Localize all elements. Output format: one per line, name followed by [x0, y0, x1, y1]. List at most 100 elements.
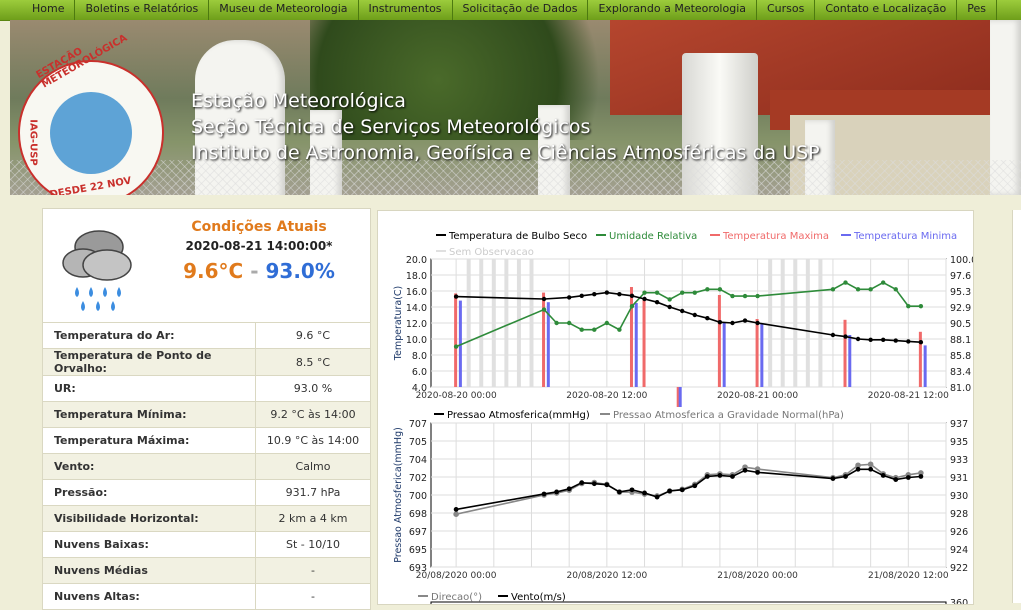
current-conditions-title: Condições Atuais: [191, 219, 327, 235]
y-tick-label: 20.0: [406, 255, 427, 266]
pressure-mmhg-point: [566, 486, 572, 492]
y2-tick-label: 926: [950, 527, 968, 538]
observation-row: Vento: Calmo: [42, 453, 371, 480]
tmax-bar: [642, 299, 646, 387]
pressure-mmhg-point: [554, 489, 560, 495]
no-observation-bar: [818, 259, 823, 387]
x-tick-label: 20/08/2020 12:00: [567, 571, 648, 581]
temperature-point: [629, 293, 635, 298]
temperature-point: [855, 336, 861, 342]
observation-label: Nuvens Médias: [42, 557, 256, 584]
pressure-mmhg-point: [654, 494, 660, 500]
pressure-mmhg-point: [730, 474, 735, 479]
pressure-mmhg-point: [604, 482, 610, 488]
legend-label: Pressao Atmosferica(mmHg): [447, 410, 590, 421]
tmin-bar: [722, 323, 726, 387]
y2-tick-label: 81.0: [950, 383, 971, 394]
humidity-point: [604, 320, 610, 326]
no-observation-bar: [780, 259, 785, 387]
humidity-point: [692, 290, 697, 295]
observation-label: Temperatura do Ar:: [42, 322, 256, 349]
nav-item[interactable]: Home: [0, 0, 76, 20]
current-values: 9.6°C - 93.0%: [143, 259, 375, 283]
observation-row: Nuvens Baixas: St - 10/10: [42, 531, 371, 558]
temperature-point: [893, 338, 898, 343]
values-separator: -: [250, 259, 259, 283]
logo-left-text: IAG-USP: [27, 119, 39, 166]
tmin-bar: [923, 345, 927, 387]
x-tick-label: 2020-08-21 12:00: [868, 391, 949, 401]
temperature-point: [755, 320, 760, 326]
y-tick-label: 704: [409, 455, 427, 466]
x-tick-label: 20/08/2020 00:00: [416, 571, 497, 581]
y2-tick-label: 88.1: [950, 335, 971, 346]
nav-item[interactable]: Instrumentos: [359, 0, 453, 20]
no-observation-bar: [793, 259, 798, 387]
pressure-mmhg-point: [453, 507, 459, 512]
legend-label: Umidade Relativa: [609, 231, 697, 242]
temperature-point: [579, 293, 584, 298]
temperature-point: [592, 292, 597, 297]
temperature-point: [843, 334, 848, 339]
tmin-bar: [634, 303, 638, 387]
y2-tick-label: 924: [950, 545, 968, 556]
y2-tick-label: 931: [950, 473, 968, 484]
y2-tick-label: 360: [950, 598, 968, 604]
pressure-hpa-point: [453, 511, 459, 517]
temperature-point: [453, 294, 459, 299]
observation-value: -: [255, 557, 371, 584]
y-tick-label: 702: [409, 473, 427, 484]
temperature-point: [667, 304, 672, 310]
current-temperature: 9.6°C: [183, 259, 244, 283]
observation-value: 2 km a 4 km: [255, 505, 371, 532]
tmax-bar: [454, 293, 458, 387]
observation-value: -: [255, 583, 371, 610]
y2-tick-label: 922: [950, 563, 968, 574]
current-conditions-panel: Condições Atuais 2020-08-21 14:00:00* 9.…: [42, 208, 371, 323]
x-tick-label: 21/08/2020 12:00: [868, 571, 949, 581]
nav-item[interactable]: Museu de Meteorologia: [209, 0, 359, 20]
humidity-point: [617, 327, 622, 332]
pressure-mmhg-point: [679, 487, 685, 493]
pressure-mmhg-point: [717, 473, 723, 478]
y2-tick-label: 92.9: [950, 303, 971, 314]
humidity-point: [541, 307, 547, 312]
nav-item[interactable]: Pes: [957, 0, 997, 20]
nav-item[interactable]: Explorando a Meteorologia: [588, 0, 757, 20]
observation-label: Temperatura Máxima:: [42, 427, 256, 454]
y-tick-label: 698: [409, 509, 427, 520]
pressure-mmhg-point: [579, 480, 585, 486]
y2-tick-label: 933: [950, 455, 968, 466]
humidity-point: [742, 293, 748, 299]
temperature-point: [617, 292, 622, 297]
tmax-bar: [629, 287, 633, 387]
observation-label: UR:: [42, 375, 256, 402]
tmax-bar: [542, 292, 546, 387]
tmax-bar: [843, 319, 847, 387]
y-tick-label: 700: [409, 491, 427, 502]
nav-item[interactable]: Contato e Localização: [815, 0, 958, 20]
logo-top-text: ESTAÇÃO METEOROLÓGICA: [34, 32, 130, 91]
nav-item[interactable]: Cursos: [757, 0, 816, 20]
pressure-mmhg-point: [905, 475, 911, 480]
temperature-point: [880, 337, 886, 342]
x-tick-label: 2020-08-20 12:00: [566, 391, 647, 401]
humidity-point: [680, 290, 685, 295]
observation-row: Visibilidade Horizontal: 2 km a 4 km: [42, 505, 371, 532]
nav-item[interactable]: Boletins e Relatórios: [75, 0, 210, 20]
no-observation-bar: [805, 259, 810, 387]
y2-tick-label: 935: [950, 437, 968, 448]
pressure-mmhg-point: [629, 487, 635, 493]
observation-row: Nuvens Altas: -: [42, 583, 371, 610]
banner-title-line1: Estação Meteorológica: [191, 90, 406, 112]
pressure-mmhg-point: [880, 473, 886, 478]
observation-label: Vento:: [42, 453, 256, 480]
no-observation-bar: [516, 259, 521, 387]
humidity-point: [592, 327, 597, 332]
nav-item[interactable]: Solicitação de Dados: [453, 0, 589, 20]
temperature-point: [705, 316, 710, 321]
humidity-point: [843, 280, 848, 285]
y2-tick-label: 83.4: [950, 367, 971, 378]
temperature-point: [604, 290, 610, 295]
observation-row: Nuvens Médias -: [42, 557, 371, 584]
